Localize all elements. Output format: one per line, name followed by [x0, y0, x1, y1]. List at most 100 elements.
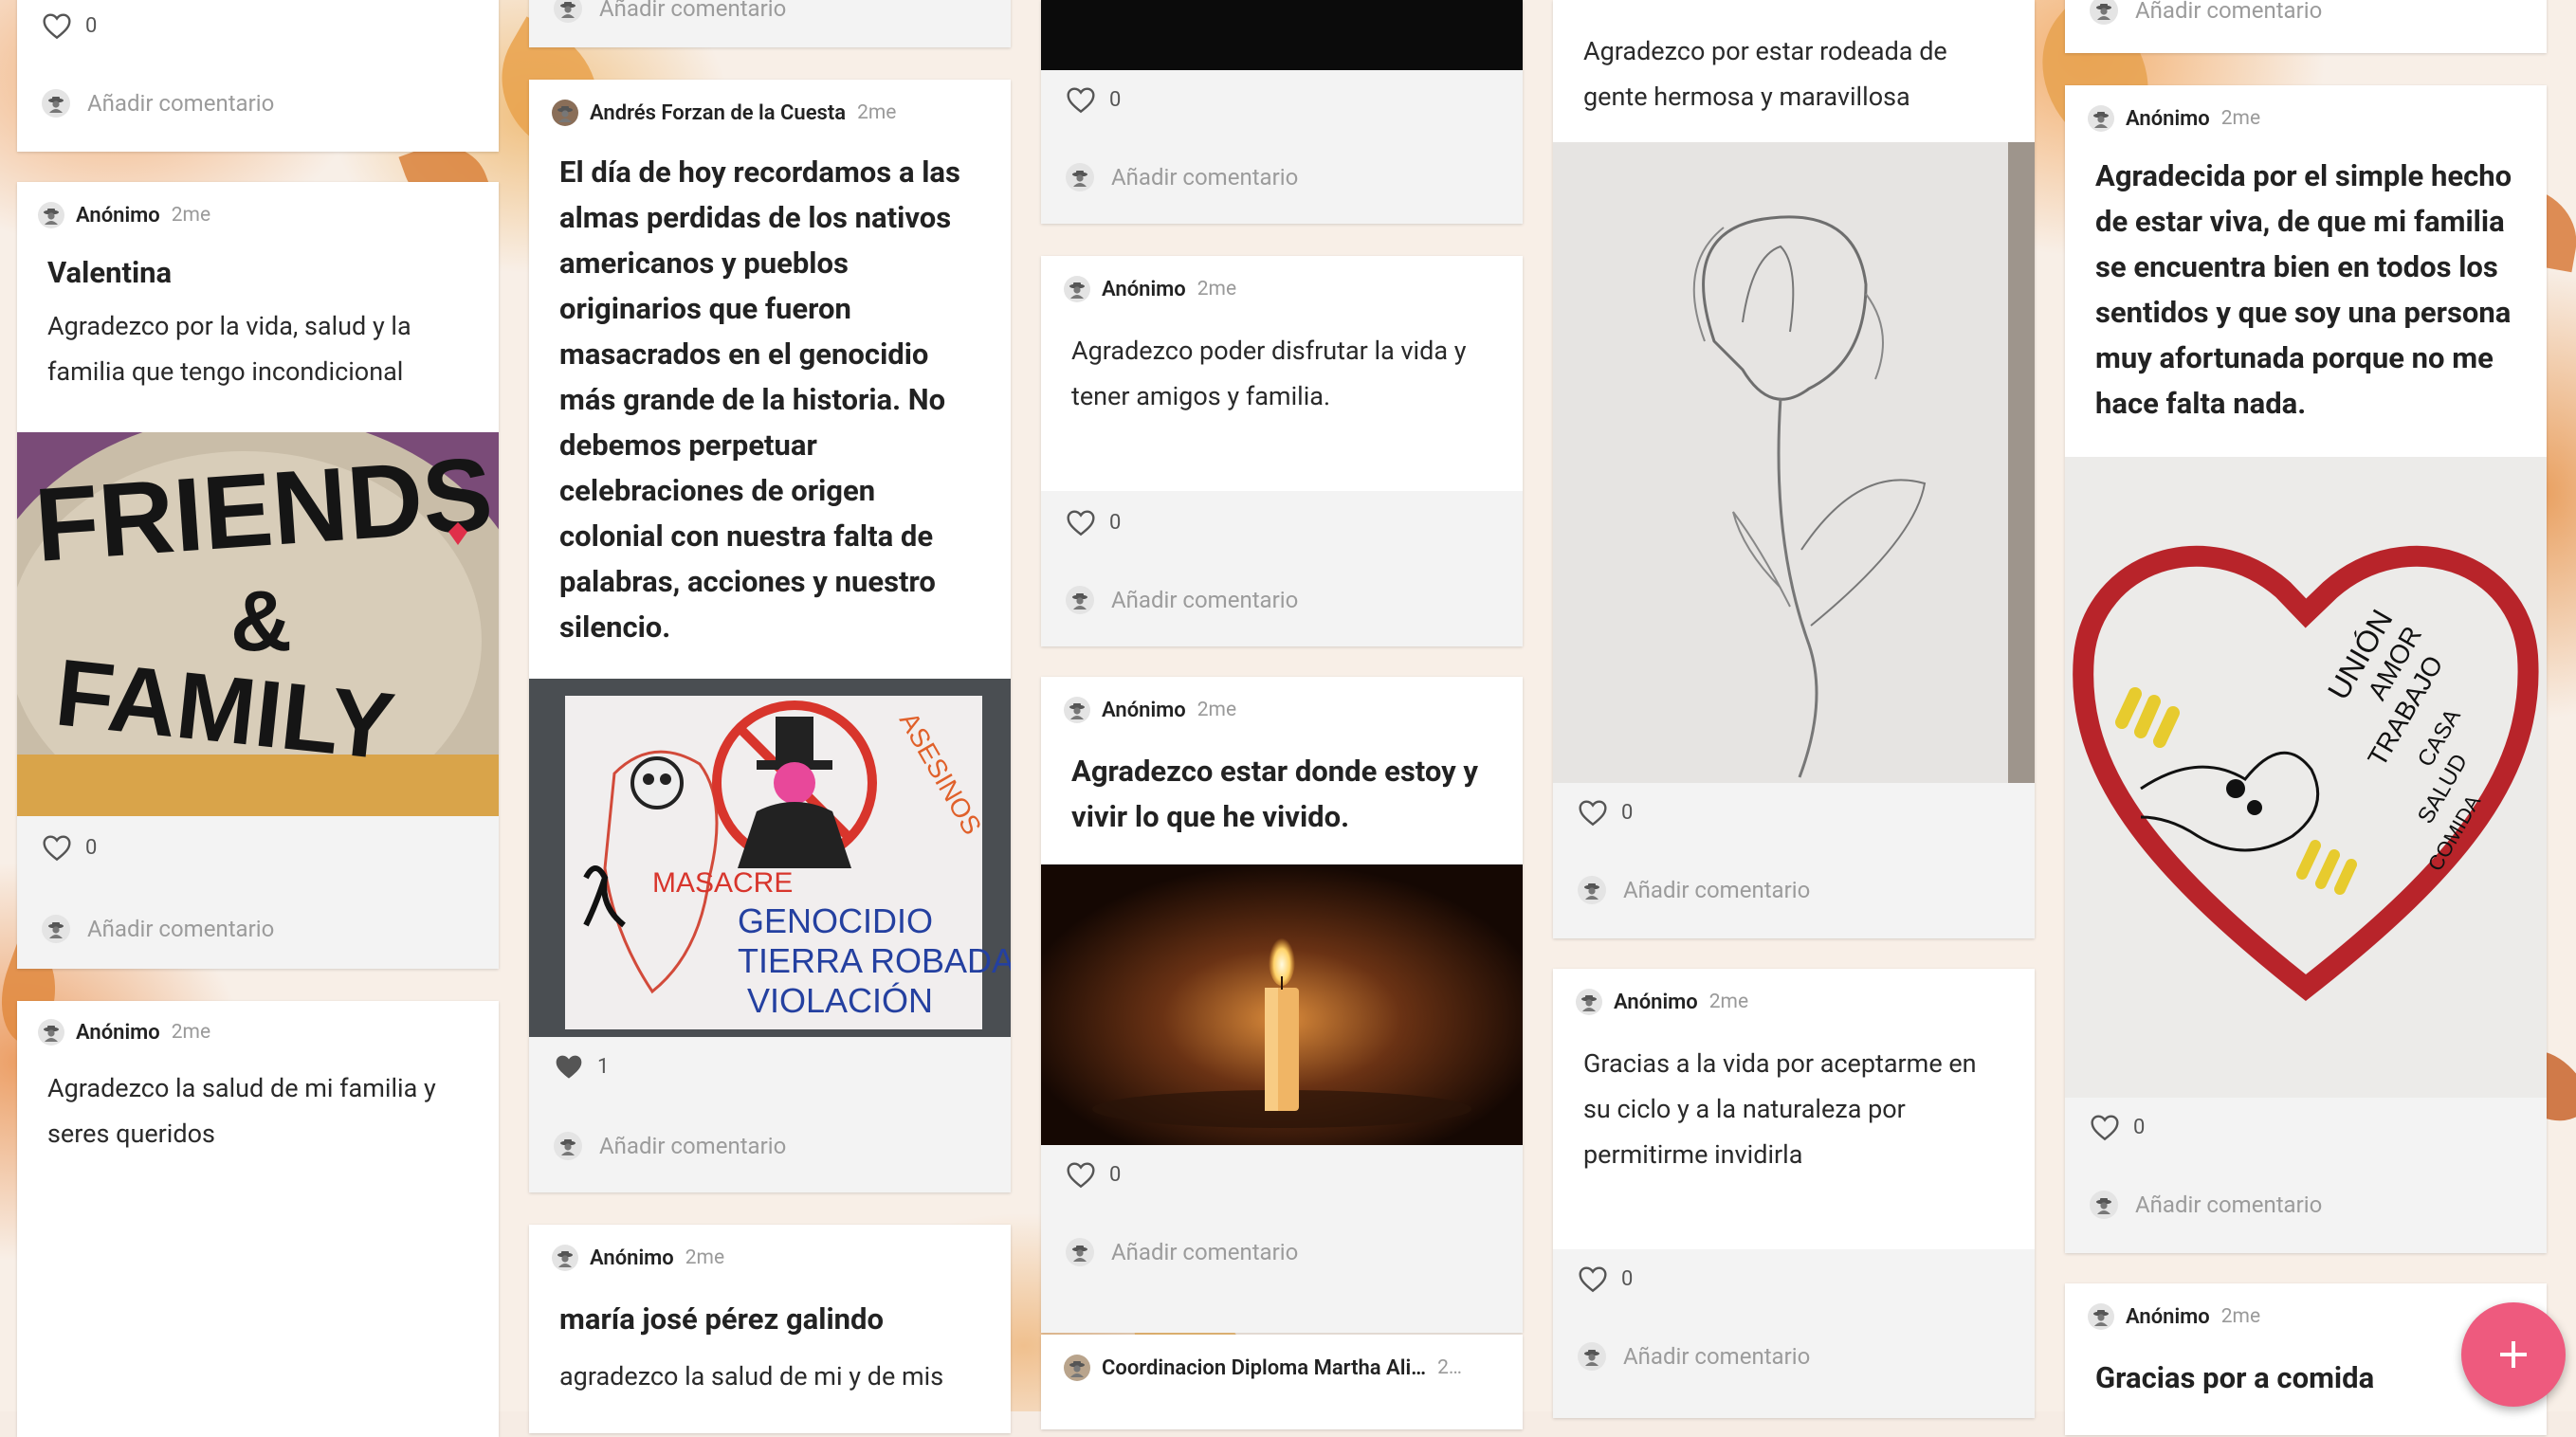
post-header: Anónimo 2me	[529, 1236, 1011, 1280]
add-comment-button[interactable]: Añadir comentario	[1578, 1342, 1810, 1371]
post-header: Coordinacion Diploma Martha Ali… 2…	[1041, 1346, 1523, 1390]
post-card[interactable]: Agradezco por estar rodeada de gente her…	[1553, 0, 2035, 938]
post-time: 2me	[171, 204, 211, 227]
post-card[interactable]: Anónimo 2me maría josé pérez galindo agra…	[529, 1225, 1011, 1433]
post-body: Agradezco poder disfrutar la vida y tene…	[1071, 336, 1467, 411]
post-card[interactable]: Coordinacion Diploma Martha Ali… 2…	[1041, 1335, 1523, 1429]
post-time: 2me	[171, 1021, 211, 1044]
post-header: Anónimo 2me	[1041, 267, 1523, 311]
post-footer: 0 Añadir comentario	[1553, 1249, 2035, 1418]
add-comment-button[interactable]: Añadir comentario	[554, 0, 786, 23]
like-button[interactable]: 0	[1578, 1264, 1633, 1293]
post-title: Agradecida por el simple hecho de estar …	[2095, 158, 2512, 421]
like-count: 0	[1621, 800, 1634, 825]
like-button[interactable]: 0	[42, 11, 97, 40]
author-name: Anónimo	[1614, 990, 1698, 1014]
post-image[interactable]: FRIENDS & FAMILY	[17, 432, 499, 816]
author-name: Coordinacion Diploma Martha Ali…	[1102, 1355, 1427, 1380]
like-button[interactable]: 0	[1066, 1160, 1121, 1189]
user-avatar	[38, 202, 64, 228]
user-avatar	[2090, 0, 2118, 25]
author-name: Anónimo	[1102, 698, 1186, 722]
post-card[interactable]: 0 Añadir comentario	[17, 0, 499, 152]
heart-icon	[42, 833, 72, 862]
post-title: maría josé pérez galindo	[559, 1301, 884, 1337]
post-image[interactable]	[1041, 864, 1523, 1145]
like-count: 1	[597, 1054, 610, 1079]
add-comment-button[interactable]: Añadir comentario	[1578, 876, 1810, 904]
post-card[interactable]: 0 Añadir comentario	[1041, 0, 1523, 224]
friends-family-stone-image: FRIENDS & FAMILY	[17, 432, 499, 816]
like-count: 0	[2133, 1115, 2146, 1139]
heart-icon	[1578, 798, 1608, 827]
post-time: 2me	[1708, 991, 1749, 1013]
add-comment-button[interactable]: Añadir comentario	[1066, 163, 1298, 191]
column-2: Añadir comentario Andrés Forzan de la Cu…	[529, 0, 1011, 1433]
like-button[interactable]: 0	[1066, 508, 1121, 537]
post-image[interactable]: MASACRE GENOCIDIO TIERRA ROBADA VIOLACIÓ…	[529, 679, 1011, 1037]
add-comment-button[interactable]: Añadir comentario	[2090, 0, 2322, 25]
post-time: 2…	[1437, 1356, 1462, 1379]
svg-text:&: &	[230, 574, 292, 669]
like-button[interactable]: 0	[42, 833, 97, 862]
post-time: 2me	[857, 101, 897, 124]
user-avatar	[1064, 697, 1090, 723]
post-footer: 0 Añadir comentario	[1041, 491, 1523, 646]
add-comment-button[interactable]: Añadir comentario	[42, 915, 274, 943]
svg-text:VIOLACIÓN: VIOLACIÓN	[747, 981, 933, 1020]
like-button[interactable]: 0	[1578, 798, 1633, 827]
like-button[interactable]: 0	[1066, 85, 1121, 114]
like-button[interactable]: 1	[554, 1052, 609, 1081]
post-time: 2me	[1197, 278, 1237, 300]
user-avatar	[554, 0, 582, 23]
post-body: Gracias a la vida por aceptarme en su ci…	[1583, 1048, 1977, 1170]
post-card[interactable]: Añadir comentario	[529, 0, 1011, 47]
author-name: Anónimo	[76, 203, 160, 227]
post-image[interactable]: UNIÓN AMOR TRABAJO CASA SALUD COMIDA	[2065, 457, 2547, 1098]
post-card[interactable]: Anónimo 2me Agradezco la salud de mi fami…	[17, 1001, 499, 1437]
post-image[interactable]	[1041, 0, 1523, 70]
author-name: Anónimo	[2126, 106, 2210, 131]
user-avatar	[42, 915, 70, 943]
heart-icon	[1066, 85, 1096, 114]
post-card[interactable]: Anónimo 2me Gracias a la vida por aceptar…	[1553, 969, 2035, 1418]
post-card[interactable]: Añadir comentario	[2065, 0, 2547, 53]
add-comment-button[interactable]: Añadir comentario	[1066, 1238, 1298, 1266]
user-avatar	[1578, 1342, 1606, 1371]
add-comment-button[interactable]: Añadir comentario	[1066, 586, 1298, 614]
heart-icon	[1066, 1160, 1096, 1189]
heart-filled-icon	[554, 1052, 584, 1081]
post-time: 2me	[685, 1246, 725, 1269]
user-avatar	[1064, 1355, 1090, 1381]
heart-drawing-image: UNIÓN AMOR TRABAJO CASA SALUD COMIDA	[2065, 457, 2547, 1098]
add-comment-button[interactable]: Añadir comentario	[42, 89, 274, 118]
post-image[interactable]	[1553, 142, 2035, 783]
user-avatar	[1066, 163, 1094, 191]
post-body: Agradezco la salud de mi familia y seres…	[47, 1073, 436, 1149]
post-header: Anónimo 2me	[1041, 688, 1523, 732]
heart-icon	[1578, 1264, 1608, 1293]
post-card[interactable]: Anónimo 2me Agradecida por el simple hech…	[2065, 85, 2547, 1253]
post-footer: 0 Añadir comentario	[1553, 783, 2035, 938]
post-card[interactable]: Anónimo 2me Valentina Agradezco por la vi…	[17, 182, 499, 969]
post-card[interactable]: Andrés Forzan de la Cuesta 2me El día de …	[529, 80, 1011, 1192]
add-post-button[interactable]	[2461, 1302, 2566, 1407]
author-name: Anónimo	[590, 1246, 674, 1270]
user-avatar	[2090, 1191, 2118, 1219]
post-header: Anónimo 2me	[17, 1010, 499, 1054]
svg-text:TIERRA ROBADA: TIERRA ROBADA	[738, 941, 1011, 980]
like-count: 0	[1109, 87, 1122, 112]
like-button[interactable]: 0	[2090, 1113, 2145, 1141]
add-comment-button[interactable]: Añadir comentario	[2090, 1191, 2322, 1219]
like-count: 0	[1109, 1162, 1122, 1187]
post-time: 2me	[1197, 699, 1237, 721]
author-name: Anónimo	[1102, 277, 1186, 301]
add-comment-button[interactable]: Añadir comentario	[554, 1132, 786, 1160]
like-count: 0	[85, 13, 98, 38]
post-time: 2me	[2220, 107, 2261, 130]
post-card[interactable]: Anónimo 2me Agradezco poder disfrutar la …	[1041, 256, 1523, 646]
post-card[interactable]: Anónimo 2me Agradezco estar donde estoy y…	[1041, 677, 1523, 1333]
post-footer: 0 Añadir comentario	[1041, 70, 1523, 224]
user-avatar	[552, 100, 578, 126]
column-3: 0 Añadir comentario Anónimo 2me Agradezco…	[1041, 0, 1523, 1429]
